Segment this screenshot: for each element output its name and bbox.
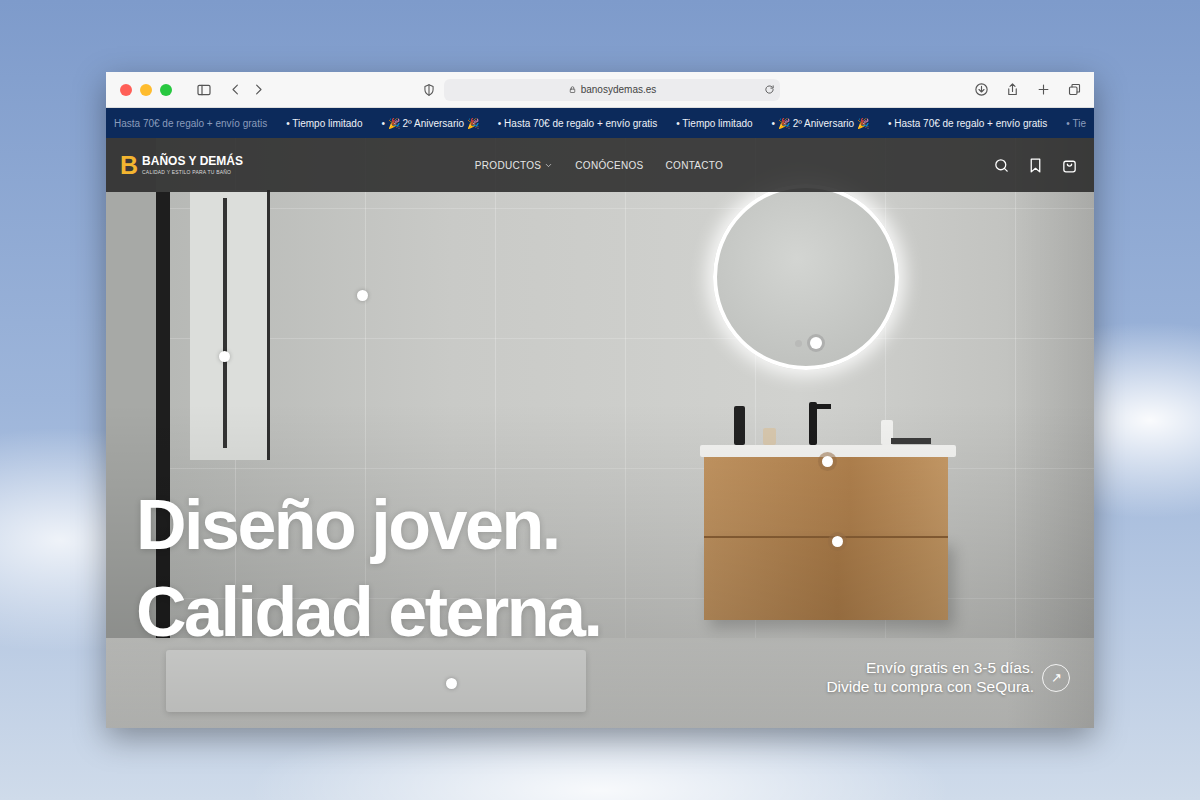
announcement-item: • Tiempo limitado	[676, 116, 752, 131]
announcement-item: • Tiempo limitado	[286, 116, 362, 131]
address-bar[interactable]: banosydemas.es	[444, 79, 780, 101]
url-text[interactable]: banosydemas.es	[581, 82, 657, 97]
hero-bottom: Diseño joven.Calidad eterna. Envío gratis…	[106, 482, 1094, 728]
announcement-item: Hasta 70€ de regalo + envío gratis	[114, 116, 267, 131]
product-hotspot[interactable]	[446, 678, 457, 689]
traffic-lights	[120, 84, 172, 96]
minimize-button[interactable]	[140, 84, 152, 96]
announcement-item: • Hasta 70€ de regalo + envío gratis	[498, 116, 657, 131]
announcement-item: • 🎉 2º Aniversario 🎉	[772, 116, 869, 131]
brand-logo[interactable]: BBAÑOS Y DEMÁSCALIDAD Y ESTILO PARA TU B…	[120, 153, 475, 178]
zoom-button[interactable]	[160, 84, 172, 96]
product-hotspot[interactable]	[822, 456, 833, 467]
product-hotspot[interactable]	[832, 536, 843, 547]
bookmark-icon[interactable]	[1027, 157, 1044, 174]
headline-line: Diseño joven.	[136, 482, 600, 569]
nav-label[interactable]: PRODUCTOS	[475, 158, 541, 173]
back-icon[interactable]	[228, 82, 243, 97]
new-tab-icon[interactable]	[1036, 82, 1051, 97]
sidebar-icon[interactable]	[196, 82, 212, 98]
main-nav: PRODUCTOS CONÓCENOS CONTACTO	[475, 158, 723, 173]
nav-link[interactable]: CONÓCENOS	[575, 158, 643, 173]
chevron-down-icon[interactable]	[544, 161, 553, 170]
header-actions	[723, 157, 1078, 174]
shipping-info: Envío gratis en 3-5 días.Divide tu compr…	[826, 658, 1034, 696]
nav-label[interactable]: CONTACTO	[666, 158, 724, 173]
brand-text: BAÑOS Y DEMÁSCALIDAD Y ESTILO PARA TU BA…	[142, 155, 243, 174]
search-icon[interactable]	[993, 157, 1010, 174]
carousel-dot[interactable]	[795, 340, 802, 347]
announcement-item: • Tie	[1066, 116, 1086, 131]
url-display[interactable]: banosydemas.es	[466, 82, 758, 97]
cart-icon[interactable]	[1061, 157, 1078, 174]
title-bar: banosydemas.es	[106, 72, 1094, 108]
download-icon[interactable]	[974, 82, 989, 97]
brand-tagline: CALIDAD Y ESTILO PARA TU BAÑO	[142, 169, 243, 175]
hero-section: BBAÑOS Y DEMÁSCALIDAD Y ESTILO PARA TU B…	[106, 138, 1094, 728]
announcement-item: • Hasta 70€ de regalo + envío gratis	[888, 116, 1047, 131]
reload-icon[interactable]	[758, 84, 780, 95]
site-header: BBAÑOS Y DEMÁSCALIDAD Y ESTILO PARA TU B…	[106, 138, 1094, 192]
nav-label[interactable]: CONÓCENOS	[575, 158, 643, 173]
product-hotspot[interactable]	[357, 290, 368, 301]
announcement-item: • 🎉 2º Aniversario 🎉	[382, 116, 479, 131]
brand-mark[interactable]: B	[120, 153, 138, 178]
carousel-dot[interactable]	[810, 337, 822, 349]
browser-window: banosydemas.es Hasta 70€ de regalo + enví…	[106, 72, 1094, 728]
carousel-dots	[795, 337, 822, 349]
lock-icon	[568, 85, 577, 94]
share-icon[interactable]	[1005, 82, 1020, 97]
headline-line: Calidad eterna.	[136, 569, 600, 656]
close-button[interactable]	[120, 84, 132, 96]
arrow-button[interactable]: ↗	[1042, 664, 1070, 692]
shield-icon[interactable]	[422, 83, 436, 97]
hero-content: BBAÑOS Y DEMÁSCALIDAD Y ESTILO PARA TU B…	[106, 138, 1094, 728]
info-line: Envío gratis en 3-5 días.	[826, 658, 1034, 677]
brand-name[interactable]: BAÑOS Y DEMÁS	[142, 155, 243, 168]
address-area: banosydemas.es	[422, 79, 780, 101]
nav-link[interactable]: PRODUCTOS	[475, 158, 553, 173]
hero-info: Envío gratis en 3-5 días.Divide tu compr…	[826, 658, 1070, 696]
nav-link[interactable]: CONTACTO	[666, 158, 724, 173]
toolbar-actions	[780, 82, 1082, 97]
announcement-bar: Hasta 70€ de regalo + envío gratis • Tiem…	[106, 108, 1094, 138]
forward-icon[interactable]	[251, 82, 266, 97]
product-hotspot[interactable]	[219, 351, 230, 362]
hero-headline: Diseño joven.Calidad eterna.	[136, 482, 600, 656]
window-controls	[120, 82, 422, 98]
tabs-overview-icon[interactable]	[1067, 82, 1082, 97]
info-line: Divide tu compra con SeQura.	[826, 677, 1034, 696]
